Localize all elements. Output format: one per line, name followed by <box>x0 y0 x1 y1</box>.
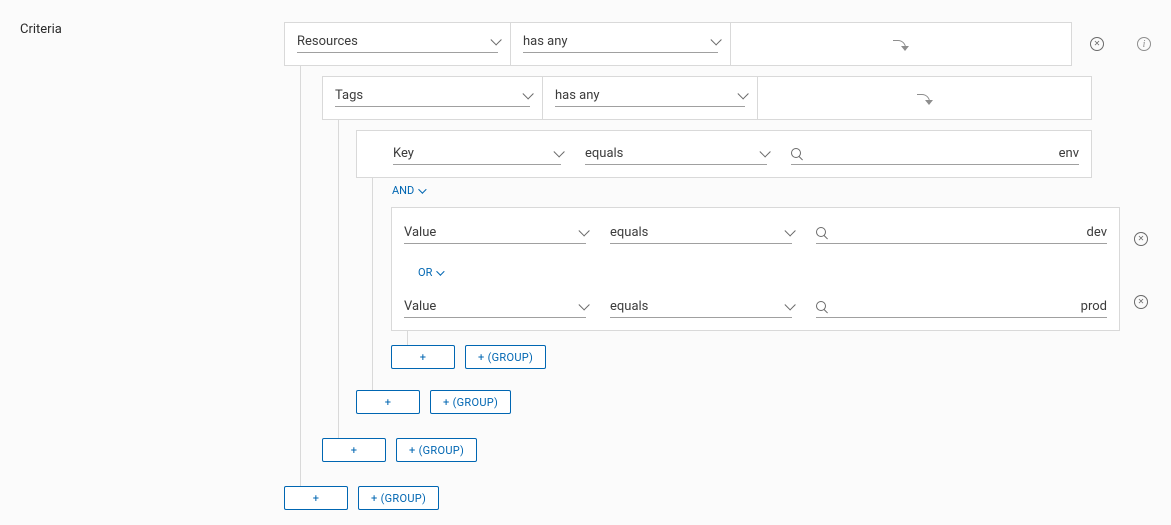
operator-select[interactable]: equals <box>573 131 779 177</box>
operator-label: equals <box>610 225 648 240</box>
chevron-down-icon <box>759 146 770 157</box>
criteria-row-resources: Resources has any <box>284 22 1072 66</box>
chevron-down-icon <box>578 299 589 310</box>
search-icon <box>816 227 828 239</box>
value-text: prod <box>1081 299 1107 314</box>
remove-row-button[interactable] <box>1134 232 1148 246</box>
search-icon <box>816 301 828 313</box>
subject-select[interactable]: Value <box>392 282 598 330</box>
subject-label: Value <box>404 225 436 240</box>
value-text: dev <box>1087 225 1107 240</box>
chevron-down-icon <box>784 225 795 236</box>
subject-select[interactable]: Resources <box>285 23 511 65</box>
criteria-group-values: Value equals dev OR <box>391 207 1120 331</box>
subject-label: Tags <box>335 88 363 103</box>
operator-select[interactable]: has any <box>543 77 758 119</box>
logical-connector-and[interactable]: AND <box>392 184 424 197</box>
section-title: Criteria <box>20 22 62 37</box>
remove-row-button[interactable] <box>1090 37 1104 51</box>
chevron-down-icon <box>784 299 795 310</box>
chevron-down-icon <box>578 225 589 236</box>
chevron-down-icon <box>418 185 426 193</box>
info-icon[interactable] <box>1137 37 1151 51</box>
add-group-button[interactable]: + (GROUP) <box>396 438 477 462</box>
criteria-row-tags: Tags has any <box>322 76 1092 120</box>
value-input[interactable]: dev <box>804 208 1119 256</box>
value-input[interactable]: env <box>779 131 1091 177</box>
chevron-down-icon <box>522 88 533 99</box>
search-icon <box>791 148 803 160</box>
redo-arrow-icon[interactable] <box>917 91 933 105</box>
subject-label: Value <box>404 299 436 314</box>
chevron-down-icon <box>737 88 748 99</box>
operator-label: equals <box>610 299 648 314</box>
add-rule-button[interactable]: + <box>284 486 348 510</box>
chevron-down-icon <box>437 267 445 275</box>
operator-select[interactable]: equals <box>598 208 804 256</box>
subject-select[interactable]: Tags <box>323 77 543 119</box>
chevron-down-icon <box>710 34 721 45</box>
add-group-button[interactable]: + (GROUP) <box>358 486 439 510</box>
add-group-button[interactable]: + (GROUP) <box>430 390 511 414</box>
value-input[interactable]: prod <box>804 282 1119 330</box>
add-rule-button[interactable]: + <box>391 345 455 369</box>
chevron-down-icon <box>490 34 501 45</box>
subject-label: Resources <box>297 34 358 49</box>
operator-select[interactable]: equals <box>598 282 804 330</box>
operator-label: has any <box>555 88 600 103</box>
connector-label: AND <box>392 184 414 197</box>
redo-arrow-icon[interactable] <box>893 37 909 51</box>
add-rule-button[interactable]: + <box>322 438 386 462</box>
logical-connector-or[interactable]: OR <box>418 266 442 279</box>
add-group-button[interactable]: + (GROUP) <box>465 345 546 369</box>
subject-label: Key <box>393 146 414 161</box>
remove-row-button[interactable] <box>1134 295 1148 309</box>
value-text: env <box>1059 146 1079 161</box>
add-rule-button[interactable]: + <box>356 390 420 414</box>
chevron-down-icon <box>553 146 564 157</box>
subject-select[interactable]: Key <box>381 131 573 177</box>
operator-label: equals <box>585 146 623 161</box>
connector-label: OR <box>418 266 432 279</box>
operator-select[interactable]: has any <box>511 23 731 65</box>
operator-label: has any <box>523 34 568 49</box>
subject-select[interactable]: Value <box>392 208 598 256</box>
criteria-row-key: Key equals env <box>356 130 1092 178</box>
